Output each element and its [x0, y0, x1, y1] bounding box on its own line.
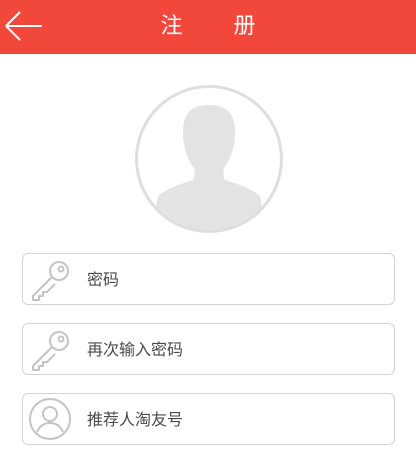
header-bar: 注 册: [0, 0, 416, 54]
password-field[interactable]: [22, 253, 395, 305]
user-silhouette-icon: [152, 105, 266, 230]
confirm-password-input[interactable]: [87, 324, 377, 374]
confirm-password-field[interactable]: [22, 323, 395, 375]
password-input[interactable]: [87, 254, 377, 304]
page-title: 注 册: [160, 14, 278, 39]
referrer-field[interactable]: [22, 393, 395, 445]
key-icon: [32, 331, 69, 371]
referrer-input[interactable]: [87, 394, 377, 444]
avatar-upload[interactable]: [135, 85, 283, 233]
key-icon: [32, 261, 69, 301]
person-icon: [29, 398, 71, 440]
